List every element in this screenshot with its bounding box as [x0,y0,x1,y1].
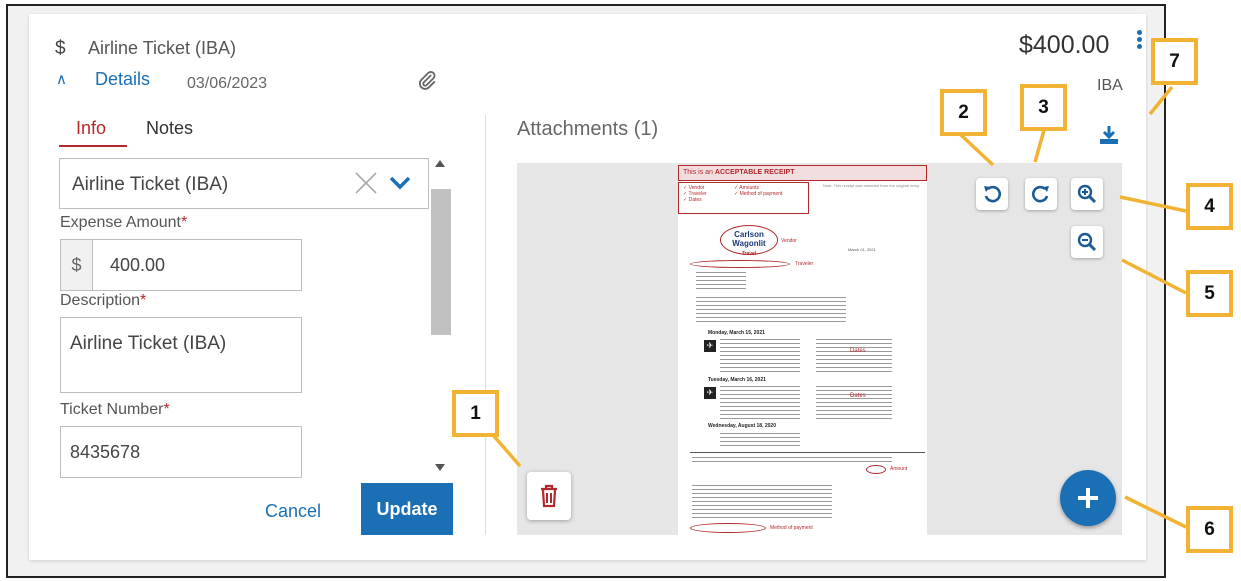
itinerary-day-2: Tuesday, March 16, 2021 [708,377,766,383]
paperclip-icon[interactable] [416,69,438,93]
flight-2-text [720,384,800,420]
receipt-separator [690,452,925,453]
receipt-address-text [696,270,746,290]
callout-5: 5 [1186,270,1233,317]
chevron-down-icon[interactable] [386,170,414,196]
callout-7: 7 [1151,38,1198,85]
tab-notes[interactable]: Notes [146,118,193,139]
description-label: Description* [60,292,147,309]
terms-text [692,483,832,519]
attachments-title: Attachments (1) [517,118,659,140]
trash-icon [541,484,557,508]
airplane-icon: ✈ [704,387,716,399]
expense-type-value: Airline Ticket (IBA) [72,174,229,195]
callout-6: 6 [1186,506,1233,553]
flight-2-details [816,384,892,420]
receipt-banner: This is an ACCEPTABLE RECEIPT [678,165,927,181]
currency-prefix: $ [60,239,93,291]
flight-1-text [720,337,800,373]
expense-amount-field[interactable] [60,239,302,291]
update-button[interactable]: Update [361,483,453,535]
org-code: IBA [1097,77,1123,94]
amount-annotation: Amount [890,466,908,472]
callout-3: 3 [1020,84,1067,131]
expense-amount-label: Expense Amount* [60,214,188,231]
panel-divider [485,115,486,535]
receipt-preview: This is an ACCEPTABLE RECEIPT Note: This… [678,165,927,535]
dates-annotation-1: Dates [850,348,866,354]
rotate-left-button[interactable] [976,178,1008,210]
ticket-number-value: 8435678 [70,442,141,462]
receipt-checklist: ✓ Vendor ✓ Traveler ✓ Dates ✓ Amounts ✓ … [678,182,809,214]
scrollbar-thumb[interactable] [431,189,451,335]
zoom-in-button[interactable] [1071,178,1103,210]
vertical-dots-icon[interactable] [1136,30,1144,54]
receipt-summary-text [696,295,846,325]
airplane-icon: ✈ [704,340,716,352]
rotate-right-button[interactable] [1025,178,1057,210]
scroll-up-arrow-icon[interactable] [435,160,445,167]
description-field[interactable] [60,317,302,393]
scroll-down-arrow-icon[interactable] [435,464,445,471]
tab-info[interactable]: Info [76,118,106,139]
callout-4: 4 [1186,183,1233,230]
payment-circle [690,523,766,533]
rotate-right-icon [1032,185,1049,203]
plus-icon [1078,488,1098,508]
description-value: Airline Ticket (IBA) [70,333,227,354]
vendor-annotation: Vendor [781,238,797,244]
expense-amount-value: 400.00 [110,255,166,275]
ticket-number-label: Ticket Number* [60,401,170,418]
rotate-left-icon [984,185,1001,203]
add-attachment-button[interactable] [1060,470,1116,526]
itinerary-day-3: Wednesday, August 18, 2020 [708,423,776,429]
itinerary-day-1: Monday, March 15, 2021 [708,330,765,336]
zoom-out-button[interactable] [1071,226,1103,258]
receipt-note: Note: This receipt was redacted from the… [823,183,920,188]
zoom-out-icon [1077,232,1097,252]
expense-date: 03/06/2023 [187,75,268,92]
hotel-text [720,431,800,447]
clear-icon[interactable] [353,170,379,196]
receipt-date: March 01, 2021 [848,247,876,252]
expense-amount-total: $400.00 [1019,31,1110,59]
flight-1-details [816,337,892,373]
callout-2: 2 [940,89,987,136]
amount-circle [866,465,886,474]
callout-1: 1 [452,390,499,437]
active-tab-indicator [59,145,127,147]
zoom-in-icon [1077,184,1097,204]
traveler-circle [690,260,790,268]
dates-annotation-2: Dates [850,393,866,399]
chevron-up-icon[interactable]: ∧ [56,70,67,88]
details-toggle[interactable]: Details [95,69,150,90]
delete-attachment-button[interactable] [527,472,571,520]
traveler-annotation: Traveler [795,261,814,267]
dollar-icon: $ [55,38,66,59]
fare-table [692,455,892,465]
cancel-button[interactable]: Cancel [250,494,336,528]
vendor-logo: Carlson Wagonlit Travel [720,225,778,257]
payment-annotation: Method of payment [770,525,813,531]
expense-title: Airline Ticket (IBA) [88,38,237,58]
download-icon[interactable] [1098,124,1120,146]
